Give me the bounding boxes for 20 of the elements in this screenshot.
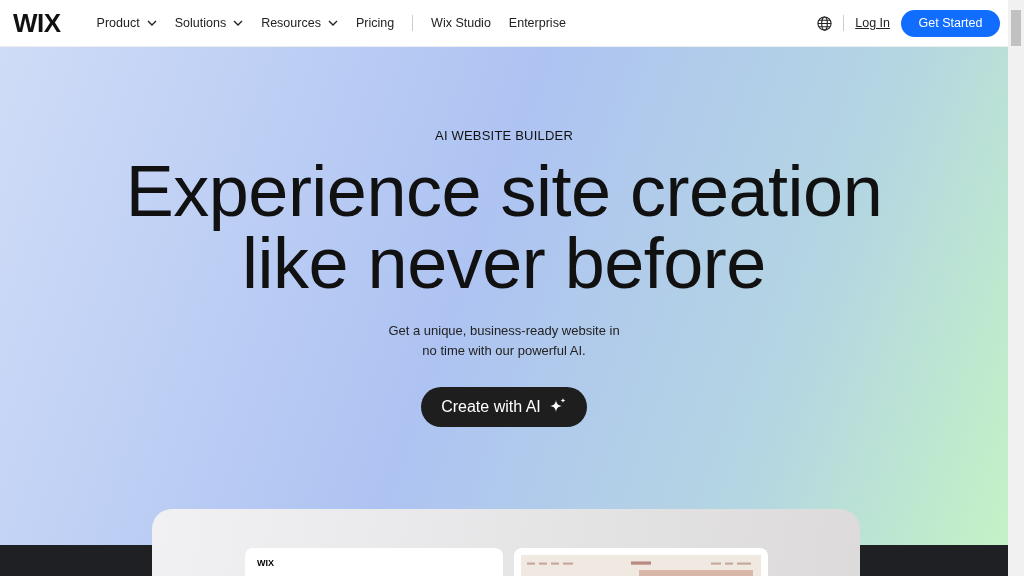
logo[interactable]: WIX bbox=[13, 7, 61, 39]
get-started-button[interactable]: Get Started bbox=[901, 9, 1000, 37]
chevron-down-icon bbox=[327, 20, 338, 26]
nav-link[interactable]: Pricing bbox=[355, 16, 395, 30]
nav-link[interactable]: Product bbox=[96, 16, 157, 30]
scrollbar[interactable] bbox=[1008, 0, 1024, 576]
hero-heading: like never before bbox=[242, 227, 766, 299]
hero-subtitle: Get a unique, business-ready website in bbox=[388, 322, 620, 340]
nav-link[interactable]: Resources bbox=[261, 16, 338, 30]
eyebrow-text: AI WEBSITE BUILDER bbox=[435, 128, 573, 143]
editor-logo: WIX bbox=[257, 558, 274, 568]
nav-link[interactable]: Wix Studio bbox=[431, 16, 491, 30]
create-with-ai-button[interactable]: Create with AI bbox=[421, 387, 587, 427]
globe-icon[interactable] bbox=[817, 15, 833, 31]
chevron-down-icon bbox=[233, 20, 244, 26]
nav-link[interactable]: Solutions bbox=[174, 16, 244, 30]
hero-subtitle: no time with our powerful AI. bbox=[422, 342, 586, 360]
nav-link[interactable]: Enterprise bbox=[508, 16, 566, 30]
login-link[interactable]: Log In bbox=[855, 16, 890, 30]
chevron-down-icon bbox=[146, 20, 157, 26]
